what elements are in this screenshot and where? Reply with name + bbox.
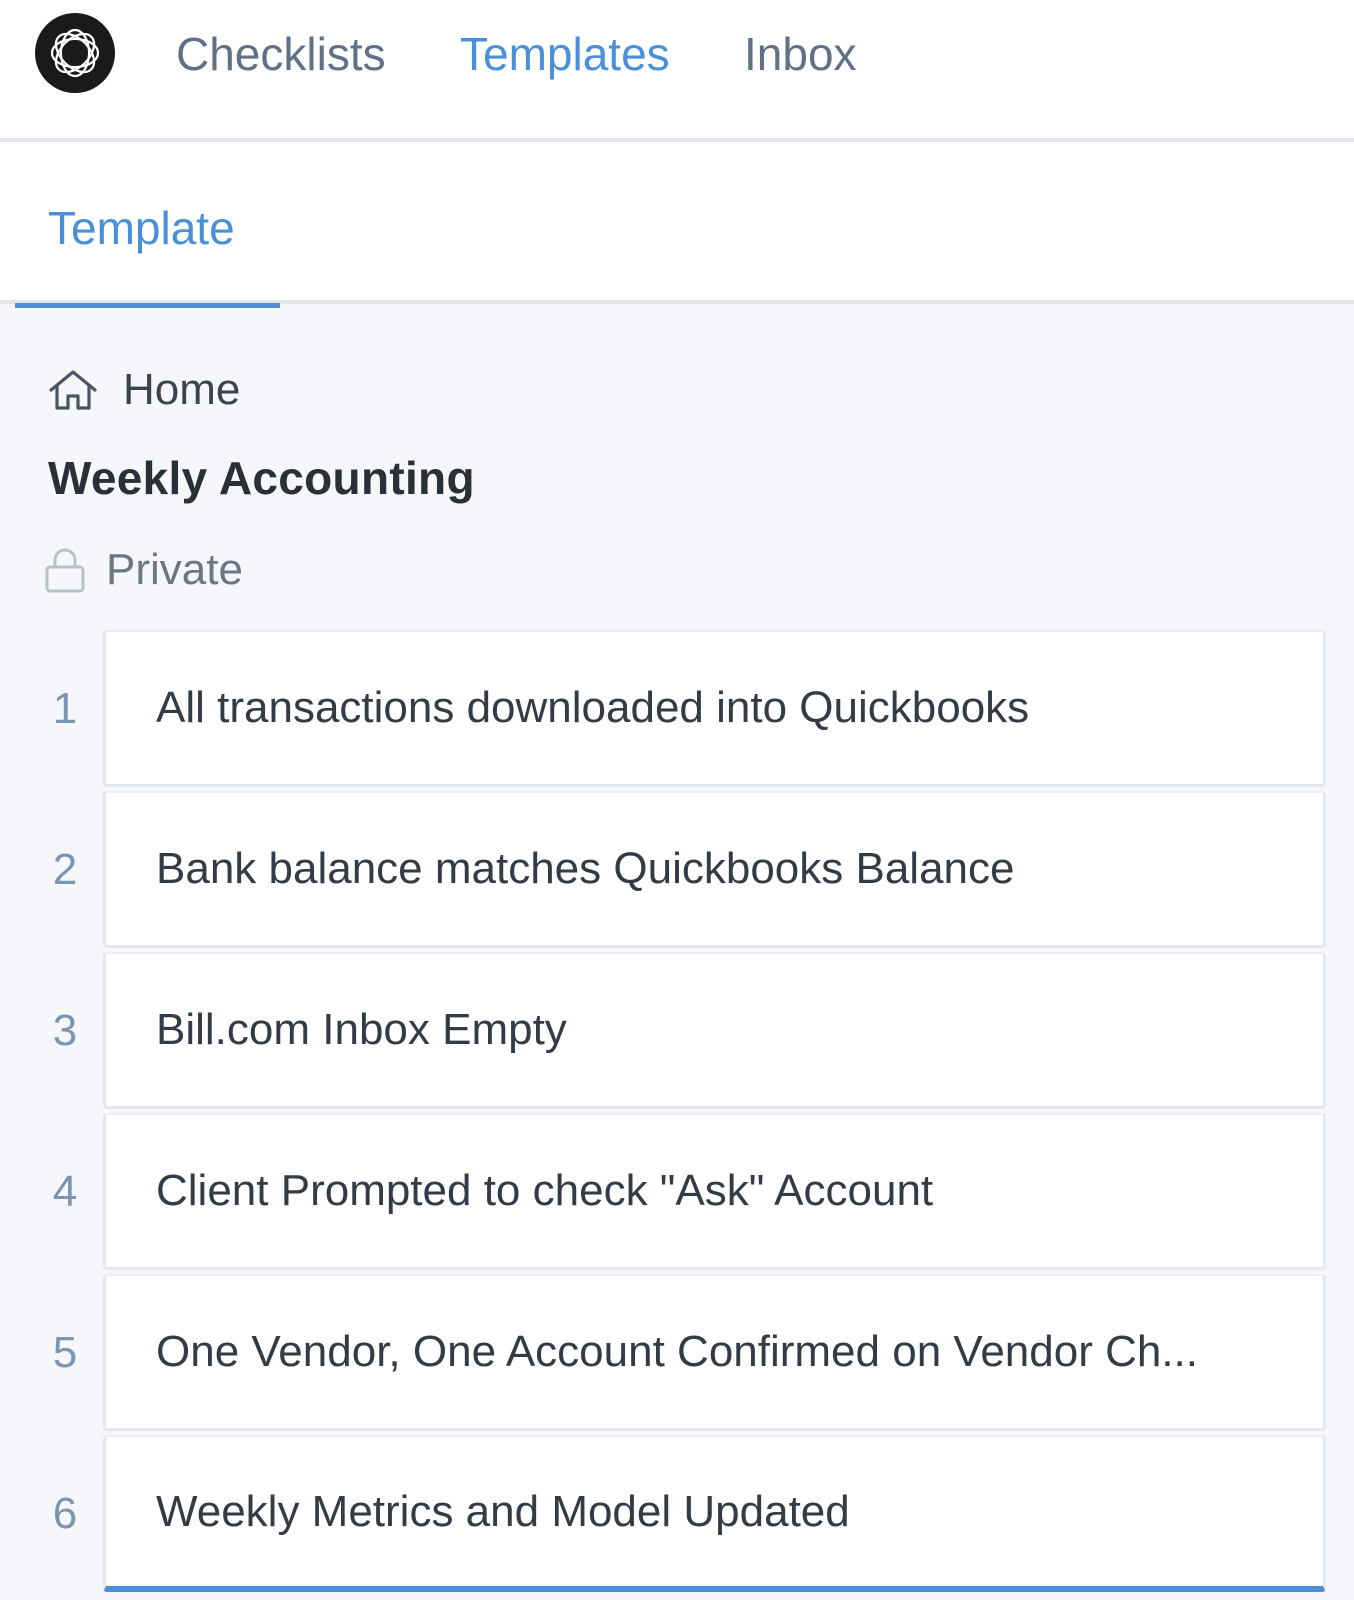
task-text: Bill.com Inbox Empty — [156, 1005, 567, 1054]
app-logo-icon[interactable] — [34, 12, 116, 94]
task-number: 2 — [52, 844, 78, 894]
tab-bar: Template — [0, 142, 1354, 308]
task-list: 1 All transactions downloaded into Quick… — [0, 630, 1354, 1596]
task-number: 1 — [52, 683, 78, 733]
task-item[interactable]: All transactions downloaded into Quickbo… — [103, 630, 1326, 787]
task-number: 6 — [52, 1488, 78, 1538]
task-number: 4 — [52, 1166, 78, 1216]
nav-link-templates[interactable]: Templates — [460, 26, 670, 82]
task-row: 1 All transactions downloaded into Quick… — [0, 630, 1354, 791]
task-text: Client Prompted to check "Ask" Account — [156, 1166, 934, 1215]
task-number: 5 — [52, 1327, 78, 1377]
task-item[interactable]: Client Prompted to check "Ask" Account — [103, 1113, 1326, 1270]
active-tab-indicator — [15, 303, 280, 308]
task-item[interactable]: One Vendor, One Account Confirmed on Ven… — [103, 1274, 1326, 1431]
top-navigation-bar: Checklists Templates Inbox — [0, 0, 1354, 142]
breadcrumb-label: Home — [123, 365, 241, 414]
nav-link-checklists[interactable]: Checklists — [176, 26, 386, 82]
task-row: 3 Bill.com Inbox Empty — [0, 952, 1354, 1113]
home-icon — [49, 370, 97, 410]
task-number: 3 — [52, 1005, 78, 1055]
task-row: 5 One Vendor, One Account Confirmed on V… — [0, 1274, 1354, 1435]
task-text: One Vendor, One Account Confirmed on Ven… — [156, 1327, 1198, 1376]
task-text: Bank balance matches Quickbooks Balance — [156, 844, 1015, 893]
task-item[interactable]: Bill.com Inbox Empty — [103, 952, 1326, 1109]
task-item[interactable]: Bank balance matches Quickbooks Balance — [103, 791, 1326, 948]
tab-template-label: Template — [48, 202, 235, 254]
task-item-selected[interactable]: Weekly Metrics and Model Updated — [103, 1435, 1326, 1592]
task-text: All transactions downloaded into Quickbo… — [156, 683, 1030, 732]
privacy-label: Private — [106, 545, 243, 594]
lock-icon — [45, 548, 85, 593]
task-row: 6 Weekly Metrics and Model Updated — [0, 1435, 1354, 1596]
task-row: 4 Client Prompted to check "Ask" Account — [0, 1113, 1354, 1274]
template-title: Weekly Accounting — [48, 452, 475, 504]
task-row: 2 Bank balance matches Quickbooks Balanc… — [0, 791, 1354, 952]
tab-template[interactable]: Template — [15, 142, 280, 308]
privacy-setting[interactable]: Private — [44, 542, 243, 598]
nav-link-inbox[interactable]: Inbox — [744, 26, 857, 82]
breadcrumb-home[interactable]: Home — [47, 362, 240, 418]
task-text: Weekly Metrics and Model Updated — [156, 1486, 850, 1536]
